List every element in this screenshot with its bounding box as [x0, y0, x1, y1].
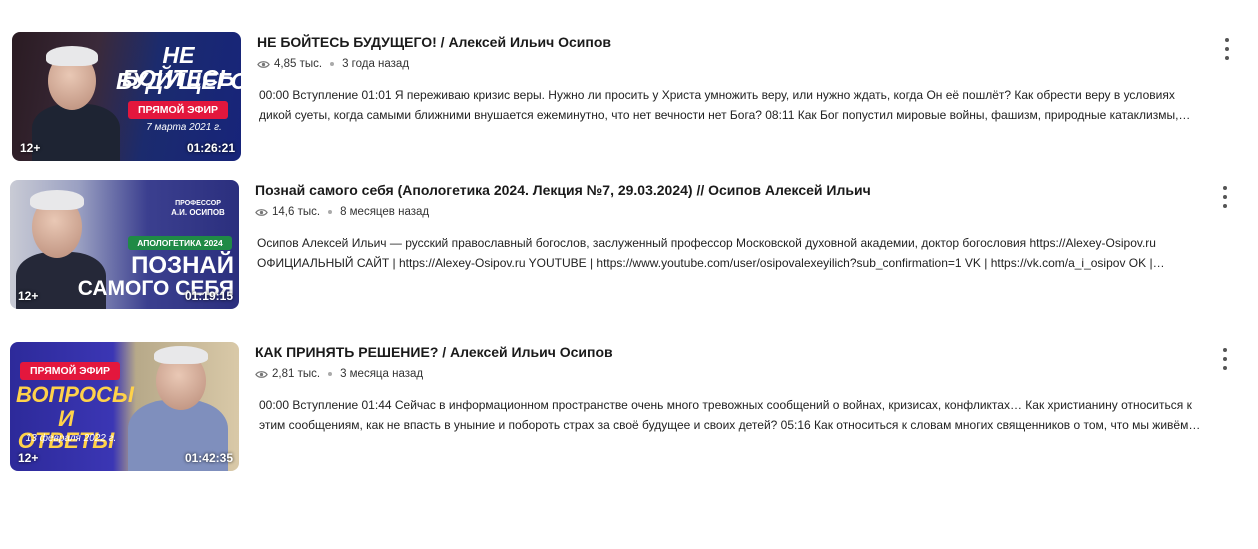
eye-icon: [257, 60, 270, 68]
thumbnail-person: [32, 104, 120, 161]
video-meta: 14,6 тыс. 8 месяцев назад: [255, 206, 429, 218]
duration-badge: 01:19:15: [184, 289, 233, 303]
duration-badge: 01:26:21: [186, 141, 235, 155]
live-badge: ПРЯМОЙ ЭФИР: [20, 362, 120, 380]
separator-dot: [328, 210, 333, 214]
video-title[interactable]: НЕ БОЙТЕСЬ БУДУЩЕГО! / Алексей Ильич Оси…: [257, 34, 611, 50]
video-thumbnail[interactable]: ПРЯМОЙ ЭФИР ВОПРОСЫ И ОТВЕТЫ 13 февраля …: [10, 342, 239, 471]
view-count: 14,6 тыс.: [272, 206, 321, 218]
thumbnail-date: 7 марта 2021 г.: [146, 122, 222, 133]
more-vertical-icon[interactable]: [1220, 348, 1230, 370]
eye-icon: [255, 208, 268, 216]
publish-age: 8 месяцев назад: [340, 206, 430, 218]
view-count: 4,85 тыс.: [274, 58, 323, 70]
video-description: Осипов Алексей Ильич — русский православ…: [257, 233, 1242, 273]
thumbnail-headline-2: БУДУЩЕГО!: [116, 68, 241, 94]
video-title[interactable]: Познай самого себя (Апологетика 2024. Ле…: [255, 182, 871, 198]
publish-age: 3 года назад: [342, 58, 410, 70]
separator-dot: [330, 62, 335, 66]
video-thumbnail[interactable]: НЕ БОЙТЕСЬ БУДУЩЕГО! ПРЯМОЙ ЭФИР 7 марта…: [12, 32, 241, 161]
video-thumbnail[interactable]: ПРОФЕССОР А.И. ОСИПОВ АПОЛОГЕТИКА 2024 П…: [10, 180, 239, 309]
video-meta: 4,85 тыс. 3 года назад: [257, 58, 409, 70]
age-rating-badge: 12+: [18, 289, 39, 303]
apologetics-badge: АПОЛОГЕТИКА 2024: [128, 236, 232, 250]
video-title[interactable]: КАК ПРИНЯТЬ РЕШЕНИЕ? / Алексей Ильич Оси…: [255, 344, 613, 360]
age-rating-badge: 12+: [20, 141, 41, 155]
description-line: 00:00 Вступление 01:44 Сейчас в информац…: [259, 398, 1192, 412]
view-count: 2,81 тыс.: [272, 368, 321, 380]
thumbnail-headline-1: ВОПРОСЫ: [16, 382, 134, 407]
description-line: 00:00 Вступление 01:01 Я переживаю кризи…: [259, 88, 1175, 102]
video-item[interactable]: ПРЯМОЙ ЭФИР ВОПРОСЫ И ОТВЕТЫ 13 февраля …: [0, 342, 1258, 472]
video-description: 00:00 Вступление 01:44 Сейчас в информац…: [259, 395, 1244, 435]
age-rating-badge: 12+: [18, 451, 39, 465]
duration-badge: 01:42:35: [184, 451, 233, 465]
eye-icon: [255, 370, 268, 378]
thumbnail-headline-2: И ОТВЕТЫ: [17, 406, 115, 453]
thumbnail-prof-name: А.И. ОСИПОВ: [171, 208, 225, 217]
publish-age: 3 месяца назад: [340, 368, 424, 380]
more-vertical-icon[interactable]: [1222, 38, 1232, 60]
thumbnail-prof-label: ПРОФЕССОР: [175, 200, 221, 207]
video-item[interactable]: ПРОФЕССОР А.И. ОСИПОВ АПОЛОГЕТИКА 2024 П…: [0, 180, 1258, 310]
live-badge: ПРЯМОЙ ЭФИР: [128, 101, 228, 119]
description-line: ОФИЦИАЛЬНЫЙ САЙТ | https://Alexey-Osipov…: [257, 256, 1165, 270]
thumbnail-date: 13 февраля 2022 г.: [25, 433, 117, 444]
thumbnail-headline-1: ПОЗНАЙ: [131, 252, 234, 279]
video-item[interactable]: НЕ БОЙТЕСЬ БУДУЩЕГО! ПРЯМОЙ ЭФИР 7 марта…: [0, 32, 1258, 162]
more-vertical-icon[interactable]: [1220, 186, 1230, 208]
separator-dot: [328, 372, 333, 376]
description-line: этим сообщениям, как не впасть в уныние …: [259, 418, 1201, 432]
video-description: 00:00 Вступление 01:01 Я переживаю кризи…: [259, 85, 1244, 125]
video-meta: 2,81 тыс. 3 месяца назад: [255, 368, 423, 380]
description-line: Осипов Алексей Ильич — русский православ…: [257, 236, 1156, 250]
description-line: дикой суеты, когда самыми ближними внуша…: [259, 108, 1191, 122]
